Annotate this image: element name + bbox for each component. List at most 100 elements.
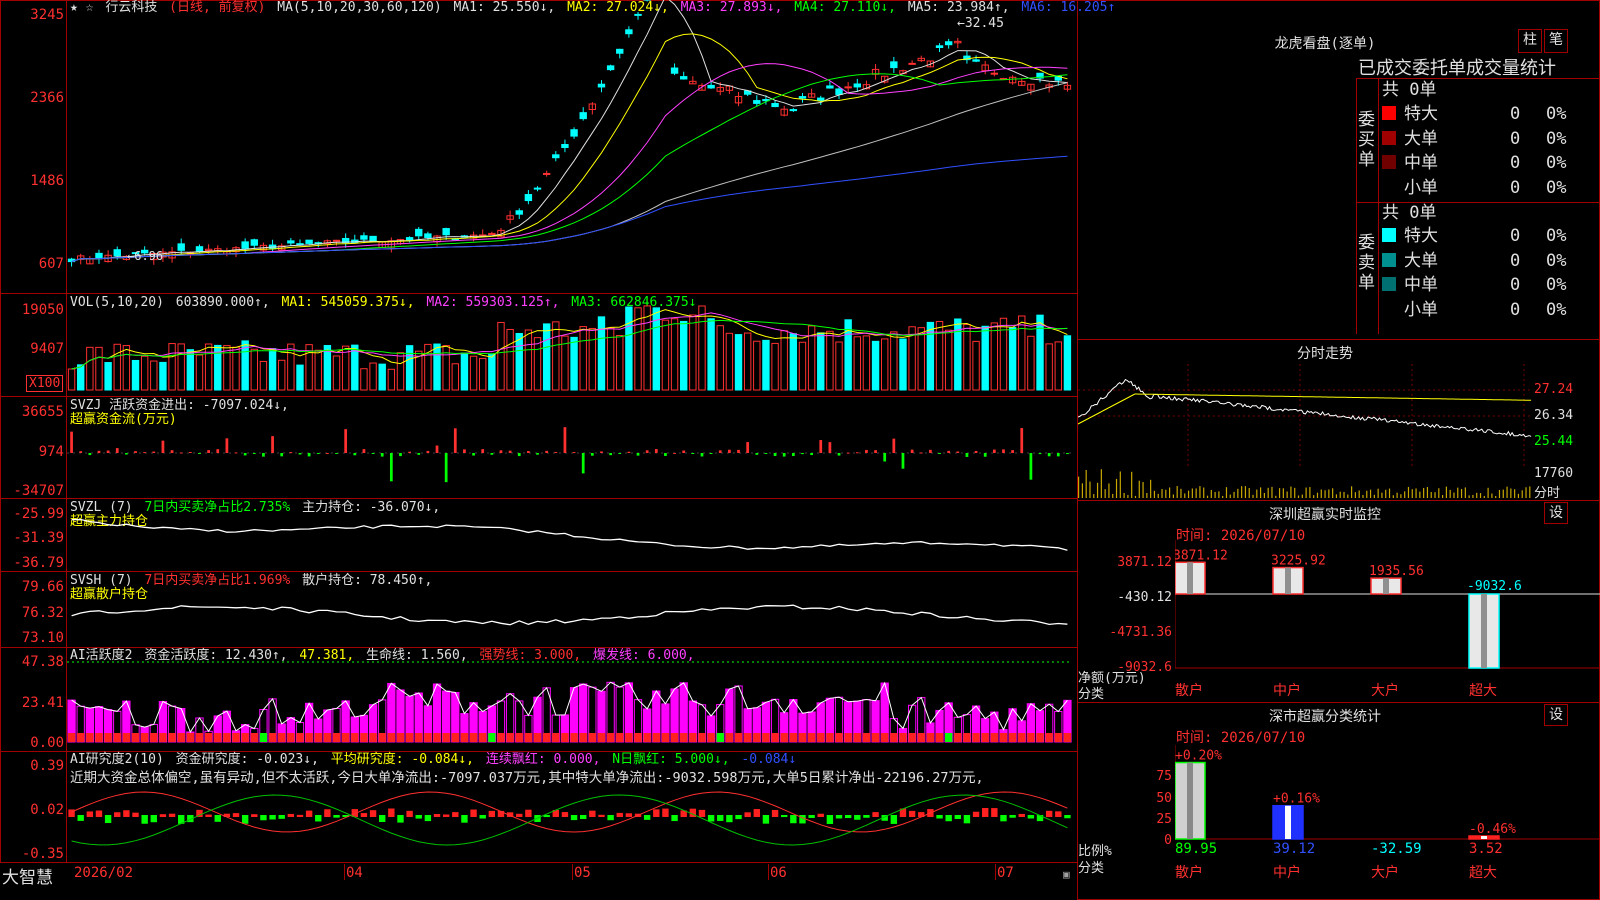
ai-active-base-bar — [871, 733, 880, 742]
trade-stats-header: 已成交委托单成交量统计 — [1358, 58, 1556, 79]
svsh-axis-1: 79.66 — [21, 579, 64, 595]
bar-mode-button[interactable]: 柱 — [1518, 29, 1542, 53]
volume-bar — [360, 368, 368, 391]
volume-bar — [716, 325, 724, 391]
ai-active-base-bar — [214, 733, 222, 742]
sz-monitor-category: 超大 — [1469, 683, 1497, 699]
ai-active-base-bar — [314, 733, 322, 742]
ai-active-base-bar — [680, 733, 688, 742]
ai-active-base-bar — [561, 733, 569, 742]
intraday-volume-bar — [1301, 494, 1303, 498]
svzj-bar — [773, 453, 777, 457]
svzj-bar — [161, 440, 165, 453]
intraday-volume-bar — [1324, 490, 1326, 498]
ai-active-base-bar — [597, 733, 606, 742]
candle-body — [835, 88, 843, 95]
order-size-swatch — [1382, 252, 1396, 267]
intraday-volume-bar — [1358, 490, 1360, 498]
ai-research-bar — [86, 811, 94, 817]
intraday-price-line — [1078, 378, 1532, 438]
order-size-swatch — [1382, 228, 1396, 242]
order-size-swatch — [1382, 277, 1396, 291]
intraday-volume-bar — [1347, 494, 1349, 498]
order-count: 0 — [1510, 177, 1521, 198]
sz-class-value: 89.95 — [1175, 841, 1217, 857]
volume-bar — [186, 349, 195, 391]
ai-research-bar — [315, 815, 322, 822]
ai-active-base-bar — [479, 733, 487, 742]
intraday-volume-bar — [1521, 490, 1523, 498]
volume-bar — [670, 318, 679, 391]
sz-class-settings-button[interactable]: 设 — [1544, 704, 1568, 726]
x-axis-label-3: 05 — [574, 865, 591, 881]
sz-monitor-chart[interactable]: 3871.12 散户 3225.92 中户 1935.56 大户 -9032.6 超大 — [1175, 540, 1600, 700]
candle-body — [798, 96, 807, 99]
svzj-bar — [179, 452, 183, 454]
ai-active-axis-1: 47.38 — [21, 654, 64, 670]
volume-bar — [1063, 335, 1072, 391]
sz-class-category: 大户 — [1371, 864, 1399, 881]
order-pct: 0% — [1546, 299, 1567, 320]
ai-research-bar — [1045, 810, 1053, 817]
intraday-volume-bar — [1419, 491, 1421, 498]
ai-research-bar — [470, 809, 477, 817]
ai-active-base-bar — [707, 733, 715, 742]
sz-monitor-bar-shade — [1481, 594, 1487, 668]
candle-body — [415, 228, 423, 237]
order-size-swatch — [1382, 301, 1396, 316]
volume-bar — [817, 332, 825, 391]
sz-monitor-settings-button[interactable]: 设 — [1544, 502, 1568, 524]
candle-body — [287, 240, 295, 244]
ai-active-base-bar — [1018, 733, 1026, 742]
intraday-volume-bar — [1263, 492, 1265, 498]
ai-active-base-bar — [643, 733, 651, 742]
ai-active-base-bar — [926, 733, 935, 742]
lock-icon[interactable]: ▣ — [1063, 868, 1070, 881]
ai-research-bar — [936, 815, 943, 819]
ai-research-bar — [945, 815, 952, 822]
ai-active-base-bar — [451, 733, 459, 742]
intraday-volume-bar — [1108, 483, 1110, 498]
ai-active-base-bar — [661, 733, 670, 742]
ai-research-bar — [104, 815, 112, 824]
ai-active-base-bar — [826, 733, 834, 742]
intraday-volume-bar — [1241, 486, 1243, 498]
ai-active-base-bar — [835, 733, 843, 742]
volume-bar — [159, 361, 167, 391]
order-count: 0 — [1510, 299, 1521, 320]
ai-active-base-bar — [533, 733, 542, 742]
svzj-bar — [791, 453, 795, 457]
buy-total: 共 0单 — [1382, 80, 1437, 100]
svzj-bar — [326, 452, 329, 454]
candle-body — [296, 243, 304, 246]
svzj-bar — [216, 449, 220, 453]
ai-active-base-bar — [890, 733, 898, 742]
sz-class-chart[interactable]: +0.20% 89.95 散户 +0.16% 39.12 中户 -32.59 大户 -0.46%… — [1175, 745, 1600, 900]
ai-research-bar — [872, 812, 879, 817]
ai-active-base-bar — [104, 733, 112, 742]
volume-bar — [661, 319, 670, 391]
intraday-volume-bar — [1502, 489, 1504, 498]
svzj-bar — [271, 436, 274, 453]
intraday-volume-bar — [1472, 494, 1474, 498]
svzj-bar — [408, 451, 411, 453]
ai-active-base-bar — [460, 733, 469, 742]
main-chart-canvas[interactable]: ←32.45 ←6.96 — [67, 0, 1077, 862]
price-axis-2: 2366 — [30, 90, 64, 106]
ai-active-base-bar — [954, 733, 962, 742]
svzj-bar — [581, 453, 585, 474]
volume-bar — [396, 352, 405, 391]
high-price-mark: ←32.45 — [957, 16, 1004, 31]
svzj-bar — [362, 449, 366, 453]
ai-research-bar — [479, 815, 486, 819]
volume-bar — [743, 332, 752, 391]
pen-mode-button[interactable]: 笔 — [1544, 29, 1568, 53]
ai-active-base-bar — [908, 733, 916, 742]
vol-unit-badge[interactable]: X100 — [26, 375, 64, 392]
sz-monitor-axis-2: -430.12 — [1117, 590, 1172, 605]
dragon-tiger-title: 龙虎看盘(逐单) — [1274, 36, 1376, 52]
order-count: 0 — [1510, 250, 1521, 271]
intraday-chart[interactable] — [1078, 364, 1533, 498]
ai-active-base-bar — [616, 733, 624, 742]
sz-class-axis-1: 75 — [1156, 769, 1172, 784]
